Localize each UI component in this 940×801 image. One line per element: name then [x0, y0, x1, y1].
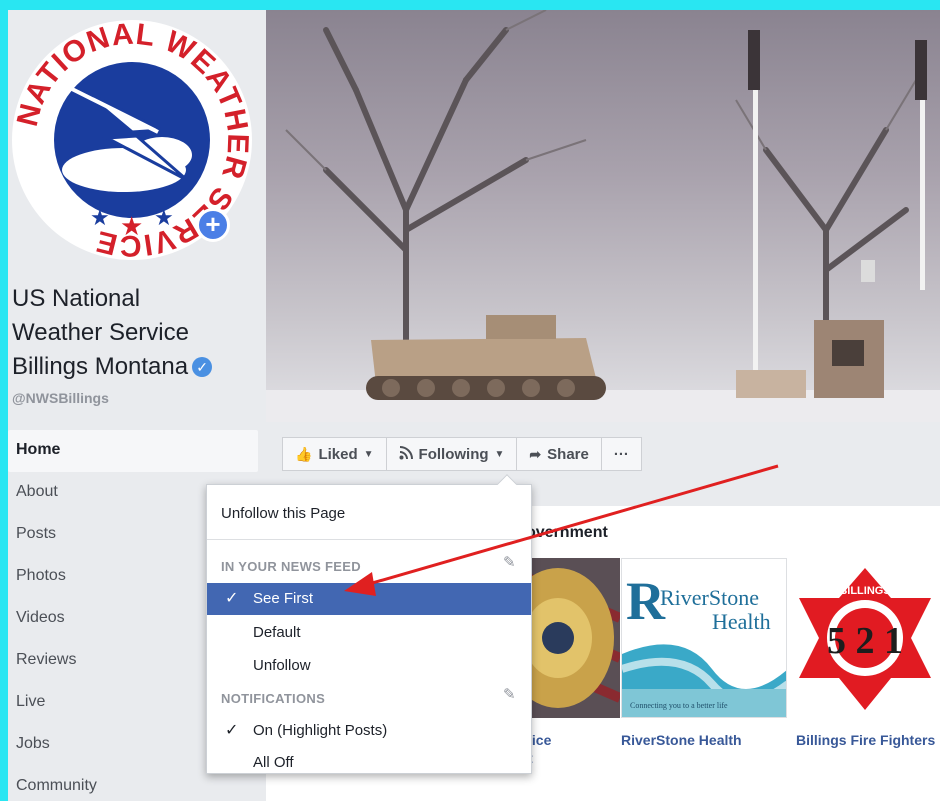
tile-label-riverstone[interactable]: RiverStone Health — [621, 732, 742, 748]
see-first-label: See First — [253, 590, 314, 607]
action-buttons: 👍 Liked ▼ Following ▼ ➦ Share ··· — [282, 437, 642, 471]
police-badge-tile[interactable] — [528, 558, 620, 718]
on-highlight-posts-option[interactable]: ✓ On (Highlight Posts) — [207, 715, 531, 747]
following-button[interactable]: Following ▼ — [385, 437, 518, 471]
rss-icon — [399, 445, 413, 463]
share-label: Share — [547, 445, 589, 463]
default-option[interactable]: Default — [207, 617, 531, 649]
on-highlight-posts-label: On (Highlight Posts) — [253, 722, 388, 739]
following-label: Following — [418, 445, 489, 463]
dropdown-divider — [207, 539, 531, 540]
fire-logo-top-text: BILLINGS — [839, 585, 890, 597]
fire-logo-number: 5 2 1 — [827, 620, 903, 662]
cover-scene-image — [266, 10, 940, 422]
nav-item-home[interactable]: Home — [8, 430, 258, 472]
newsfeed-section-header: IN YOUR NEWS FEED — [221, 559, 361, 574]
verified-badge-icon: ✓ — [192, 357, 213, 377]
share-arrow-icon: ➦ — [529, 445, 542, 462]
thumbs-up-icon: 👍 — [295, 445, 313, 462]
page-name-line-2: Weather Service — [12, 319, 189, 346]
page-handle[interactable]: @NWSBillings — [12, 390, 109, 406]
chevron-down-icon: ▼ — [494, 448, 505, 460]
card-title: overnment — [526, 524, 608, 541]
see-first-option[interactable]: ✓ See First — [207, 583, 531, 615]
riverstone-logo-line2: Health — [712, 609, 771, 634]
all-off-label: All Off — [253, 754, 294, 771]
all-off-option[interactable]: All Off — [207, 747, 531, 779]
liked-label: Liked — [318, 445, 358, 463]
default-label: Default — [253, 624, 301, 641]
fire-fighters-logo-icon: BILLINGS 5 2 1 — [791, 558, 940, 718]
unfollow-page-item[interactable]: Unfollow this Page — [221, 505, 345, 522]
page-name-line-1: US National — [12, 285, 141, 312]
page-name-line-3: Billings Montana — [12, 353, 189, 380]
checkmark-icon: ✓ — [225, 590, 239, 607]
tile-label-fire-fighters[interactable]: Billings Fire Fighters — [796, 732, 935, 748]
riverstone-tile[interactable]: R RiverStone Health Connecting you to a … — [621, 558, 787, 718]
edit-pencil-icon[interactable]: ✎ — [503, 685, 516, 703]
share-button[interactable]: ➦ Share — [516, 437, 602, 471]
notifications-section-header: NOTIFICATIONS — [221, 691, 326, 706]
chevron-down-icon: ▼ — [363, 448, 374, 460]
following-dropdown-menu: Unfollow this Page IN YOUR NEWS FEED ✎ ✓… — [206, 474, 532, 774]
unfollow-option[interactable]: Unfollow — [207, 650, 531, 682]
checkmark-icon: ✓ — [225, 722, 239, 739]
riverstone-tagline: Connecting you to a better life — [630, 701, 728, 710]
fire-fighters-tile[interactable]: BILLINGS 5 2 1 — [791, 558, 940, 718]
cover-photo[interactable] — [266, 10, 940, 422]
riverstone-logo-line1: RiverStone — [660, 585, 759, 610]
unfollow-label: Unfollow — [253, 657, 311, 674]
facebook-page-frame: ★ ★ ★ NATIONAL WEATHER SERVICE + US Nati… — [8, 10, 940, 801]
liked-button[interactable]: 👍 Liked ▼ — [282, 437, 387, 471]
more-options-button[interactable]: ··· — [600, 437, 642, 471]
riverstone-logo-icon: R RiverStone Health Connecting you to a … — [622, 559, 786, 717]
page-name[interactable]: US National Weather Service Billings Mon… — [12, 282, 262, 384]
more-icon: ··· — [613, 445, 629, 463]
police-badge-icon — [528, 558, 620, 718]
add-photo-button[interactable]: + — [196, 208, 230, 242]
edit-pencil-icon[interactable]: ✎ — [503, 553, 516, 571]
